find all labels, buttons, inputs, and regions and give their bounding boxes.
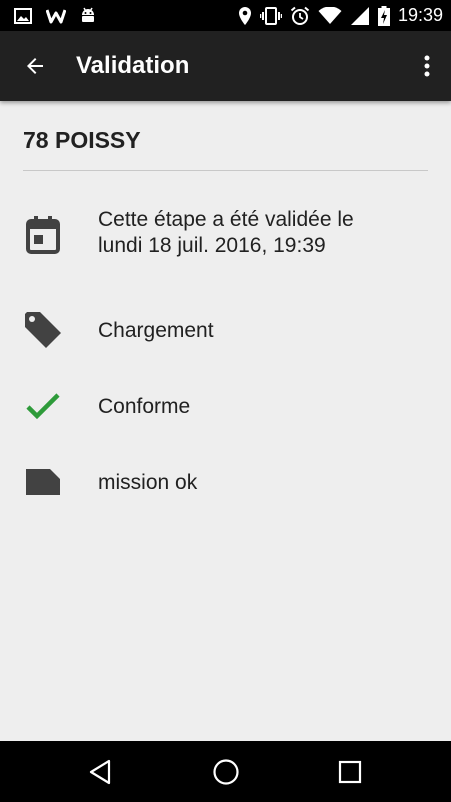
home-circle-icon: [212, 758, 240, 786]
status-bar: 19:39: [0, 0, 451, 31]
back-button[interactable]: [14, 45, 56, 87]
operation-type-row: Chargement: [0, 309, 451, 353]
more-vert-icon: [423, 54, 431, 78]
status-time: 19:39: [397, 5, 443, 25]
check-icon: [22, 385, 64, 427]
conformity-row: Conforme: [0, 385, 451, 429]
arrow-back-icon: [23, 54, 47, 78]
page-title: Validation: [76, 52, 190, 79]
validation-date-line2: lundi 18 juil. 2016, 19:39: [98, 234, 326, 257]
nav-recents-button[interactable]: [320, 741, 380, 802]
status-bar-left: [14, 0, 96, 31]
overflow-menu-button[interactable]: [413, 45, 441, 87]
alarm-icon: [290, 6, 310, 26]
validation-date-row: Cette étape a été validée le lundi 18 ju…: [0, 206, 451, 268]
w-app-icon: [46, 8, 66, 24]
nav-home-button[interactable]: [196, 741, 256, 802]
note-icon: [22, 461, 64, 503]
back-triangle-icon: [88, 759, 112, 785]
validation-date-text: Cette étape a été validée le lundi 18 ju…: [98, 207, 354, 259]
validation-date-line1: Cette étape a été validée le: [98, 208, 354, 231]
android-icon: [80, 7, 96, 25]
battery-charging-icon: [377, 5, 390, 26]
nav-back-button[interactable]: [70, 741, 130, 802]
calendar-icon: [22, 214, 64, 256]
operation-type-text: Chargement: [98, 319, 214, 342]
recents-square-icon: [338, 760, 362, 784]
signal-icon: [350, 6, 370, 26]
status-bar-right: 19:39: [238, 0, 443, 31]
location-icon: [238, 6, 252, 26]
conformity-text: Conforme: [98, 395, 191, 418]
validation-content: 78 POISSY Cette étape a été validée le l…: [0, 101, 451, 741]
comment-text: mission ok: [98, 471, 198, 494]
comment-row: mission ok: [0, 461, 451, 505]
tag-icon: [22, 309, 64, 351]
stage-name: 78 POISSY: [23, 127, 141, 153]
gallery-icon: [14, 7, 32, 24]
wifi-icon: [318, 6, 342, 25]
app-bar: Validation: [0, 31, 451, 101]
vibrate-icon: [259, 6, 282, 25]
divider: [23, 170, 428, 171]
navigation-bar: [0, 741, 451, 802]
